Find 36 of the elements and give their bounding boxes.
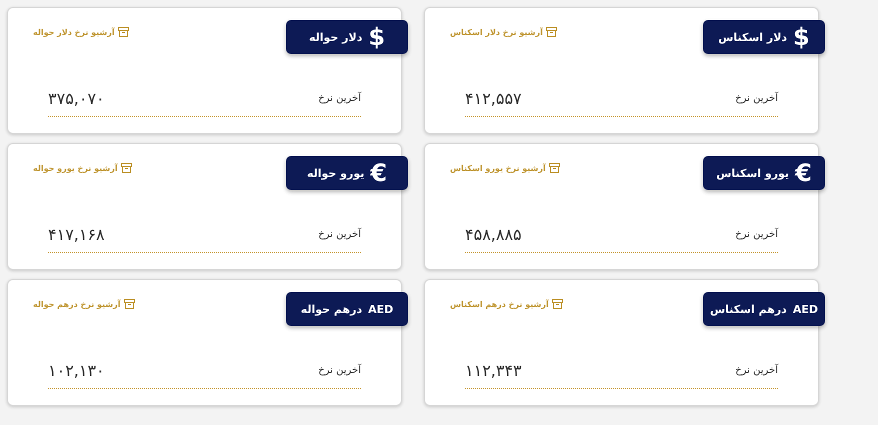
rate-label: آخرین نرخ [318,228,361,240]
rate-value: ۴۱۲,۵۵۷ [465,88,522,108]
currency-symbol: $ [368,25,386,49]
currency-title: دلار حواله [308,30,362,44]
archive-icon [548,163,560,173]
currency-title: دلار اسکناس [718,30,788,44]
archive-link[interactable]: آرشیو نرخ درهم اسکناس [450,299,563,309]
currency-symbol: AED [792,304,818,314]
rate-value: ۱۰۲,۱۳۰ [48,360,105,380]
archive-link[interactable]: آرشیو نرخ دلار حواله [33,27,129,37]
rate-label: آخرین نرخ [735,364,778,376]
archive-link[interactable]: آرشیو نرخ دلار اسکناس [450,27,557,37]
currency-title: یورو اسکناس [716,166,790,180]
currency-symbol: $ [793,25,810,49]
archive-link[interactable]: آرشیو نرخ یورو اسکناس [450,163,560,173]
archive-icon [124,299,135,309]
rate-value: ۴۵۸,۸۸۵ [465,224,522,244]
archive-link[interactable]: آرشیو نرخ درهم حواله [33,299,135,309]
rate-label: آخرین نرخ [318,92,361,104]
currency-symbol: € [370,161,388,185]
currency-title: درهم اسکناس [710,302,787,316]
archive-icon [546,27,557,37]
rate-label: آخرین نرخ [735,228,778,240]
rate-value: ۳۷۵,۰۷۰ [48,88,105,108]
currency-symbol: € [795,161,812,185]
rate-value: ۱۱۲,۳۴۳ [465,360,522,380]
rate-label: آخرین نرخ [735,92,778,104]
currency-symbol: AED [368,304,394,314]
archive-icon [552,299,563,309]
currency-title: یورو حواله [306,166,364,180]
rate-value: ۴۱۷,۱۶۸ [48,224,105,244]
currency-title: درهم حواله [300,302,362,316]
archive-link[interactable]: آرشیو نرخ یورو حواله [33,163,132,173]
archive-icon [120,163,132,173]
archive-icon [118,27,129,37]
rate-label: آخرین نرخ [318,364,361,376]
